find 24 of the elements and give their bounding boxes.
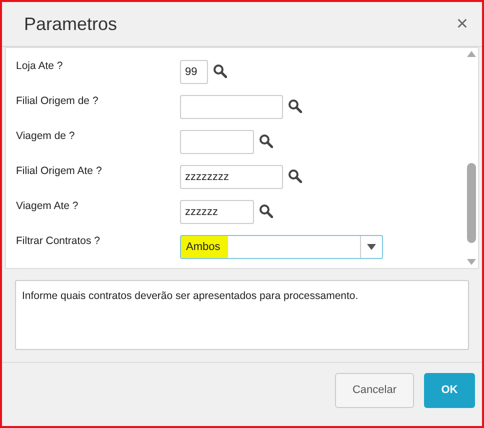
field-label: Viagem Ate ? [15,200,80,212]
close-button[interactable]: × [456,14,468,34]
dropdown-field[interactable]: Ambos [180,235,383,259]
input-field[interactable]: zzzzzzzz [180,165,283,189]
field-label: Loja Ate ? [15,60,64,72]
search-icon[interactable] [259,204,273,218]
search-icon[interactable] [288,99,302,113]
help-text-box: Informe quais contratos deverão ser apresentados para processamento. [15,280,469,350]
input-field[interactable]: 99 [180,60,208,84]
dialog-title: Parametros [24,12,118,36]
search-icon[interactable] [288,169,302,183]
input-field[interactable] [180,95,283,119]
cancel-button[interactable]: Cancelar [335,373,414,408]
input-field[interactable]: zzzzzz [180,200,254,224]
dropdown-value: Ambos [181,236,228,258]
search-icon[interactable] [259,134,273,148]
input-field[interactable] [180,130,254,154]
field-label: Viagem de ? [15,130,76,142]
dropdown-caret-icon[interactable] [367,244,376,250]
field-label: Filtrar Contratos ? [15,235,102,247]
field-label: Filial Origem de ? [15,95,100,107]
scroll-thumb[interactable] [466,163,476,243]
field-label: Filial Origem Ate ? [15,165,103,177]
search-icon[interactable] [213,64,227,78]
